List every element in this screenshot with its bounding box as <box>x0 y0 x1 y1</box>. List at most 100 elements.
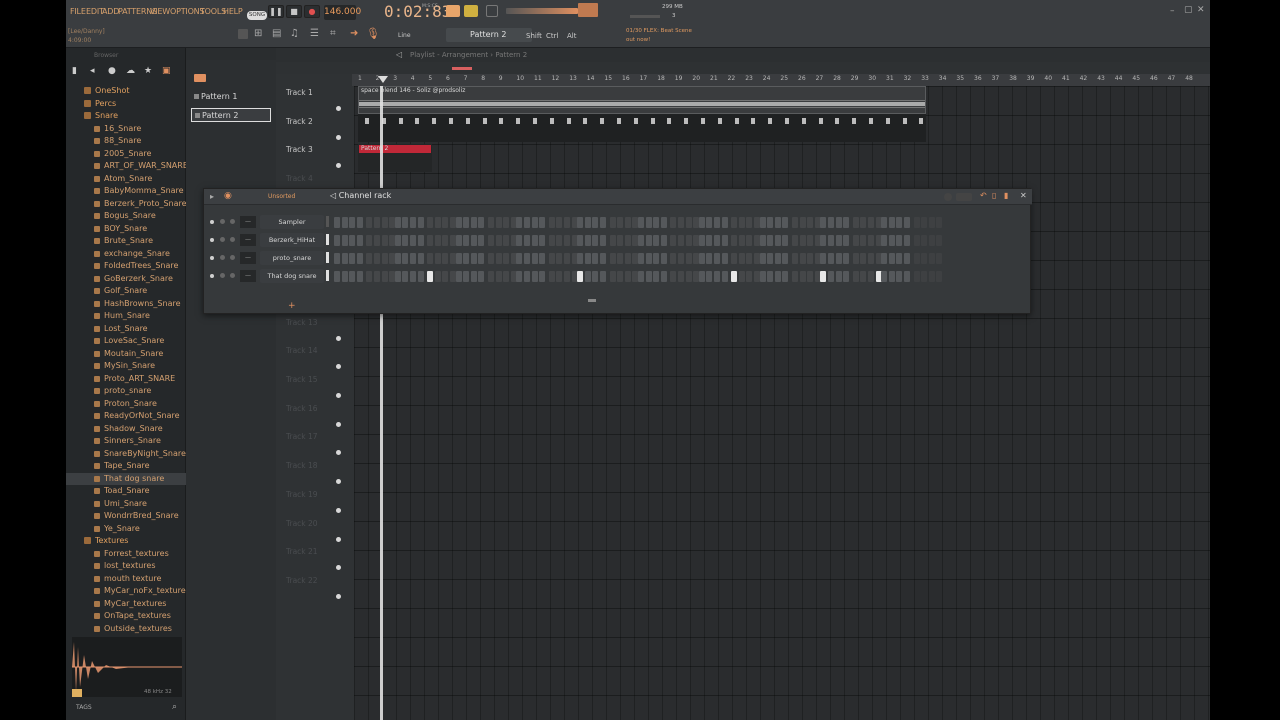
track-mute-toggle[interactable] <box>336 393 341 398</box>
step-button[interactable] <box>904 234 910 246</box>
playhead-line[interactable] <box>380 86 383 720</box>
step-button[interactable] <box>434 270 441 282</box>
step-button[interactable] <box>556 270 563 282</box>
step-button[interactable] <box>402 252 409 264</box>
step-button[interactable] <box>356 234 363 246</box>
step-button[interactable] <box>341 216 348 228</box>
channel-mixer-track[interactable]: — <box>240 234 256 246</box>
step-button[interactable] <box>913 252 920 264</box>
browser-item[interactable]: Berzerk_Proto_Snare <box>66 198 186 211</box>
step-button[interactable] <box>488 216 494 228</box>
browser-item[interactable]: Percs <box>66 98 186 111</box>
step-button[interactable] <box>417 216 424 228</box>
step-button[interactable] <box>782 270 789 282</box>
step-button[interactable] <box>896 234 903 246</box>
step-button[interactable] <box>442 234 449 246</box>
step-button[interactable] <box>653 216 660 228</box>
graph-toggle[interactable] <box>956 193 972 201</box>
track-mute-toggle[interactable] <box>336 450 341 456</box>
step-button[interactable] <box>402 234 409 246</box>
step-button[interactable] <box>936 234 943 246</box>
step-button[interactable] <box>516 216 523 228</box>
step-button[interactable] <box>556 216 563 228</box>
step-button[interactable] <box>478 252 485 264</box>
playlist-scroll-marker[interactable] <box>452 67 472 70</box>
browser-item[interactable]: Lost_Snare <box>66 323 186 336</box>
step-button[interactable] <box>410 234 416 246</box>
step-button[interactable] <box>592 234 599 246</box>
browser-item[interactable]: Hum_Snare <box>66 310 186 323</box>
blend-notes-button[interactable] <box>486 5 498 17</box>
step-button[interactable] <box>936 252 943 264</box>
step-button[interactable] <box>356 216 363 228</box>
step-button[interactable] <box>381 216 388 228</box>
menu-arrow-icon[interactable]: ▸ <box>210 192 214 201</box>
browser-item[interactable]: Umi_Snare <box>66 498 186 511</box>
step-button[interactable] <box>539 270 546 282</box>
track-mute-toggle[interactable] <box>336 106 341 111</box>
step-button[interactable] <box>731 252 738 264</box>
step-button[interactable] <box>592 216 599 228</box>
step-button[interactable] <box>503 234 510 246</box>
step-button[interactable] <box>455 270 462 282</box>
shift-key[interactable]: Shift <box>526 32 542 40</box>
channel-select-indicator[interactable] <box>326 270 329 281</box>
browser-item[interactable]: lost_textures <box>66 560 186 573</box>
track-header[interactable]: Track 16 <box>286 404 346 413</box>
playlist-grid[interactable] <box>354 86 1210 720</box>
step-button[interactable] <box>470 216 477 228</box>
news-line-2[interactable]: out now! <box>626 37 650 43</box>
browser-item[interactable]: Forrest_textures <box>66 548 186 561</box>
browser-icon[interactable]: ⌗ <box>330 28 340 40</box>
step-button[interactable] <box>556 252 563 264</box>
pattern-clip[interactable]: Pattern 2 <box>358 144 432 172</box>
step-button[interactable] <box>592 270 599 282</box>
browser-item[interactable]: Brute_Snare <box>66 235 186 248</box>
play-button[interactable]: ❚❚ <box>268 5 284 18</box>
step-button[interactable] <box>381 252 388 264</box>
step-button[interactable] <box>904 252 910 264</box>
step-button[interactable] <box>936 270 943 282</box>
step-button[interactable] <box>349 234 356 246</box>
step-button[interactable] <box>738 234 745 246</box>
step-button[interactable] <box>913 234 920 246</box>
channel-mixer-track[interactable]: — <box>240 216 256 228</box>
step-button[interactable] <box>374 234 380 246</box>
pattern-item-2[interactable]: Pattern 2 <box>191 108 271 122</box>
playhead-marker-icon[interactable] <box>378 76 388 83</box>
track-mute-toggle[interactable] <box>336 163 341 169</box>
step-button[interactable] <box>349 270 356 282</box>
step-button[interactable] <box>670 234 677 246</box>
step-button[interactable] <box>638 216 644 228</box>
step-button[interactable] <box>564 270 570 282</box>
step-button[interactable] <box>782 234 789 246</box>
step-edit-button[interactable] <box>464 5 478 17</box>
step-button[interactable] <box>374 270 380 282</box>
menu-add[interactable]: ADD <box>102 7 119 16</box>
minimize-icon[interactable]: – <box>1170 6 1175 16</box>
browser-item[interactable]: Atom_Snare <box>66 173 186 186</box>
rack-scroll-handle[interactable] <box>588 299 596 302</box>
step-button[interactable] <box>539 216 546 228</box>
step-button[interactable] <box>427 270 434 282</box>
step-button[interactable] <box>767 234 774 246</box>
step-button[interactable] <box>617 234 624 246</box>
step-button[interactable] <box>888 216 895 228</box>
step-button[interactable] <box>746 234 753 246</box>
step-button[interactable] <box>685 234 692 246</box>
step-button[interactable] <box>759 270 766 282</box>
channel-mute-toggle[interactable] <box>210 256 214 260</box>
browser-item[interactable]: exchange_Snare <box>66 248 186 261</box>
step-button[interactable] <box>334 216 340 228</box>
filter-group[interactable]: Unsorted <box>268 193 295 200</box>
pattern-picker-icon[interactable] <box>194 74 206 82</box>
step-button[interactable] <box>584 234 591 246</box>
step-button[interactable] <box>698 252 705 264</box>
channel-volume-knob[interactable] <box>230 255 235 260</box>
step-button[interactable] <box>564 216 570 228</box>
browser-item[interactable]: WondrrBred_Snare <box>66 510 186 523</box>
graph-icon[interactable]: ▯ <box>992 191 996 200</box>
step-button[interactable] <box>678 216 684 228</box>
step-button[interactable] <box>539 234 546 246</box>
step-button[interactable] <box>410 270 416 282</box>
